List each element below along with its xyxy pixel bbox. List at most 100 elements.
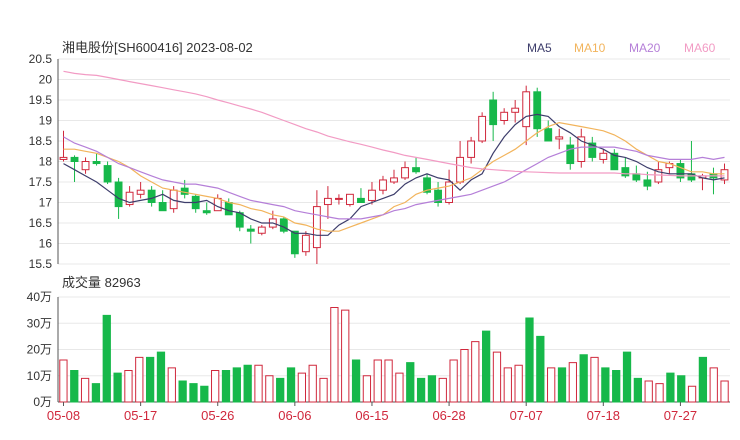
volume-bar <box>481 330 491 403</box>
candle-body-up <box>257 226 266 234</box>
candle <box>246 225 255 244</box>
volume-bar <box>547 367 556 403</box>
date-tick-label: 05-26 <box>201 408 234 423</box>
volume-tick-label: 30万 <box>27 316 52 330</box>
candle-body-down <box>489 99 498 126</box>
volume-bar <box>590 356 599 403</box>
volume-bar <box>395 372 404 403</box>
candle-body-up <box>301 234 310 253</box>
volume-bar <box>319 377 328 403</box>
candle-body-down <box>235 212 244 228</box>
volume-tick-label: 10万 <box>27 369 52 383</box>
volume-bar <box>471 341 480 403</box>
candle-body-down <box>147 189 156 203</box>
candle-body-down <box>643 179 652 187</box>
candle <box>279 216 288 234</box>
candle <box>301 231 310 256</box>
candle-body-up <box>500 111 509 122</box>
candle-body-down <box>632 173 641 181</box>
volume-bar <box>59 359 68 403</box>
price-axis: 20.5 20 19.5 19 18.5 18 17.5 17 16.5 16 15.5 <box>29 52 53 271</box>
candle-body-up <box>323 197 332 206</box>
volume-bar <box>612 370 621 403</box>
legend-ma5: MA5 <box>527 41 552 55</box>
candle <box>456 141 465 185</box>
volume-bar <box>145 356 155 403</box>
candle <box>566 136 575 170</box>
candle-body-up <box>213 197 222 212</box>
candle <box>202 202 211 215</box>
candle <box>412 157 420 174</box>
volume-bar <box>579 354 588 403</box>
date-tick-label: 06-28 <box>432 408 465 423</box>
candle <box>224 198 233 216</box>
volume-bar <box>655 383 664 403</box>
volume-bar <box>503 367 512 403</box>
candle <box>478 112 487 144</box>
volume-bar <box>666 372 675 403</box>
volume-bar <box>135 356 144 403</box>
candle-body-up <box>478 115 487 142</box>
volume-bar <box>698 356 708 403</box>
candle-body-down <box>246 228 255 232</box>
candle <box>312 190 321 264</box>
date-tick-label: 06-06 <box>278 408 311 423</box>
date-tick-label: 06-15 <box>355 408 388 423</box>
stock-chart: 湘电股份[SH600416] 2023-08-02 MA5 MA10 MA20 … <box>27 40 730 423</box>
candle-body-down <box>180 187 189 195</box>
volume-bar <box>557 367 567 403</box>
volume-bar <box>362 375 372 403</box>
candle <box>290 230 299 258</box>
volume-bar <box>449 359 458 403</box>
candle-body-up <box>599 152 608 160</box>
volume-bar <box>687 385 697 403</box>
candle <box>621 157 630 178</box>
candle-body-down <box>224 202 233 216</box>
candle-body-up <box>511 107 520 113</box>
candle-body-down <box>290 230 299 255</box>
price-tick-label: 18 <box>39 155 53 169</box>
candle <box>335 194 343 205</box>
volume-bar <box>70 370 79 403</box>
candle <box>676 159 685 182</box>
candle <box>213 194 222 212</box>
volume-bar <box>709 367 718 403</box>
candle-body-down <box>621 167 630 177</box>
candle <box>92 153 101 166</box>
volume-bar <box>80 377 90 403</box>
candle-body-up <box>390 177 398 183</box>
volume-bar <box>178 380 187 403</box>
volume-bar <box>265 375 274 403</box>
candle-body-up <box>136 189 145 195</box>
candle-body-down <box>412 167 420 173</box>
candle <box>125 186 134 207</box>
legend-ma10: MA10 <box>574 41 606 55</box>
candle-body-down <box>566 144 575 165</box>
candle-body-up <box>555 136 564 140</box>
volume-label: 成交量 82963 <box>62 275 141 290</box>
volume-bar <box>341 309 350 403</box>
candle <box>158 190 167 212</box>
volume-bar <box>677 375 686 403</box>
candle-body-down <box>103 165 112 183</box>
candle <box>489 91 498 141</box>
volume-bar <box>286 367 296 403</box>
date-tick-label: 07-18 <box>587 408 620 423</box>
volume-bar <box>416 377 426 403</box>
volume-bar <box>124 370 133 403</box>
volume-bar <box>622 351 632 403</box>
candle <box>555 128 564 150</box>
candle-body-down <box>114 181 123 208</box>
candle <box>401 161 409 180</box>
candle-body-up <box>346 193 354 206</box>
volume-tick-label: 40万 <box>27 290 52 304</box>
candle <box>103 161 112 185</box>
candle <box>59 130 68 162</box>
volume-bar <box>427 375 437 403</box>
price-tick-label: 16.5 <box>29 216 53 230</box>
volume-bar <box>514 364 523 403</box>
volume-bar <box>568 362 577 403</box>
volume-bar <box>351 359 361 403</box>
candle <box>323 186 332 219</box>
candle <box>180 179 189 199</box>
